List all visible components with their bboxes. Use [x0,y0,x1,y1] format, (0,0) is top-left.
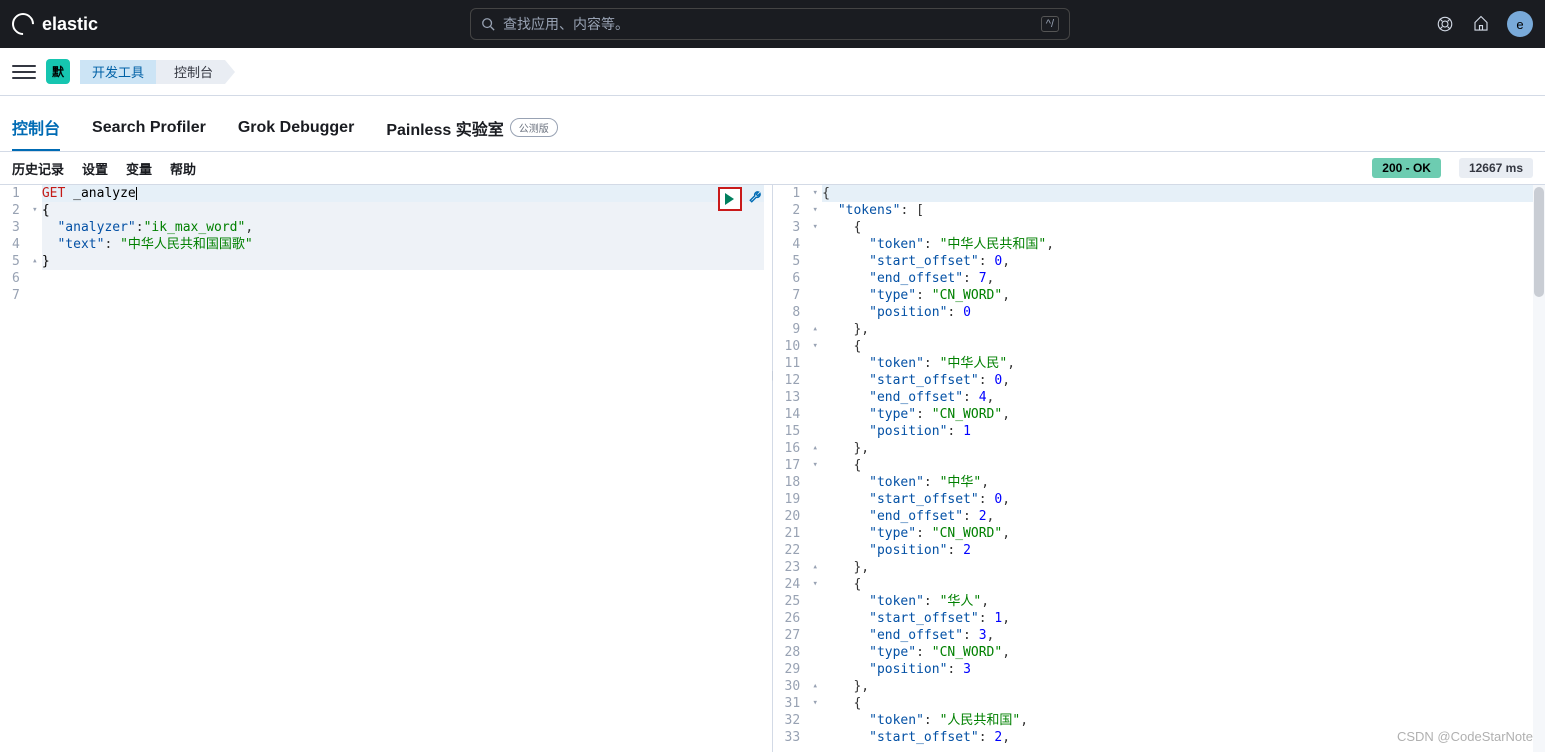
watermark: CSDN @CodeStarNote [1397,729,1533,744]
tab-search-profiler[interactable]: Search Profiler [92,109,206,147]
tab-grok-debugger[interactable]: Grok Debugger [238,109,354,147]
top-header: elastic 查找应用、内容等。 ^/ e [0,0,1545,48]
help-link[interactable]: 帮助 [170,159,196,178]
tab-console[interactable]: 控制台 [12,105,60,151]
response-code[interactable]: { "tokens": [ { "token": "中华人民共和国", "sta… [822,185,1545,752]
header-actions: e [1435,11,1533,37]
settings-link[interactable]: 设置 [82,159,108,178]
response-editor[interactable]: 1234567891011121314151617181920212223242… [773,185,1545,752]
user-avatar[interactable]: e [1507,11,1533,37]
response-scrollbar[interactable] [1533,185,1545,752]
nav-toggle-icon[interactable] [12,60,36,84]
response-pane: 1234567891011121314151617181920212223242… [773,185,1545,752]
editor-split: 1234567 ▾▴ GET _analyze { "analyzer":"ik… [0,184,1545,752]
play-icon [725,193,734,205]
console-toolbar: 历史记录 设置 变量 帮助 200 - OK 12667 ms [0,152,1545,184]
brand-label: elastic [42,14,98,35]
timing-badge: 12667 ms [1459,158,1533,178]
tab-painless-lab[interactable]: Painless 实验室 公测版 [386,106,557,150]
search-placeholder: 查找应用、内容等。 [503,14,629,34]
request-options-icon[interactable] [748,189,766,210]
tool-tabs: 控制台 Search Profiler Grok Debugger Painle… [0,104,1545,152]
variables-link[interactable]: 变量 [126,159,152,178]
breadcrumb-console: 控制台 [156,60,225,84]
newsfeed-icon[interactable] [1471,14,1491,34]
history-link[interactable]: 历史记录 [12,159,64,178]
request-editor[interactable]: 1234567 ▾▴ GET _analyze { "analyzer":"ik… [0,185,772,752]
response-fold-gutter: ▾▾▾▴▾▴▾▴▾▴▾ [808,185,822,752]
search-kbd-hint: ^/ [1041,16,1059,32]
elastic-logo-icon [7,8,38,39]
breadcrumb-bar: 默 开发工具 控制台 [0,48,1545,96]
search-icon [481,17,495,31]
request-pane[interactable]: 1234567 ▾▴ GET _analyze { "analyzer":"ik… [0,185,773,752]
response-scroll-thumb[interactable] [1534,187,1544,297]
brand-logo[interactable]: elastic [12,13,462,35]
request-gutter: 1234567 [0,185,28,752]
help-icon[interactable] [1435,14,1455,34]
request-code[interactable]: GET _analyze { "analyzer":"ik_max_word",… [42,185,772,752]
status-badge: 200 - OK [1372,158,1441,178]
response-gutter: 1234567891011121314151617181920212223242… [773,185,809,752]
deployment-badge[interactable]: 默 [46,59,70,84]
beta-badge: 公测版 [510,118,558,137]
run-request-button[interactable] [718,187,742,211]
global-search[interactable]: 查找应用、内容等。 ^/ [470,8,1070,40]
breadcrumb-devtools[interactable]: 开发工具 [80,60,156,84]
request-fold-gutter: ▾▴ [28,185,42,752]
